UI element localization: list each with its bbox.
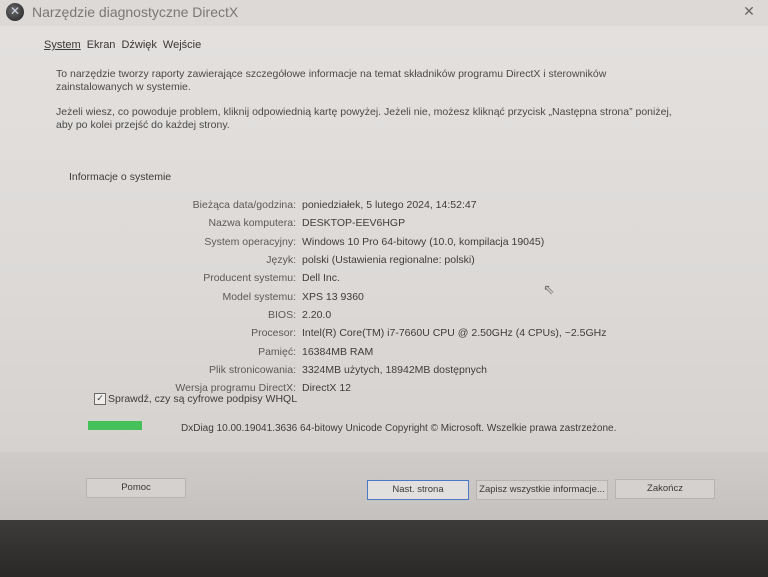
tab-system[interactable]: System — [44, 39, 81, 51]
info-value: polski (Ustawienia regionalne: polski) — [302, 254, 475, 267]
info-row-manufacturer: Producent systemu: Dell Inc. — [100, 269, 660, 287]
exit-button[interactable]: Zakończ — [615, 479, 715, 499]
dxdiag-window: Narzędzie diagnostyczne DirectX ✕ System… — [0, 0, 768, 520]
info-row-bios: BIOS: 2.20.0 — [100, 306, 660, 324]
close-button[interactable]: ✕ — [734, 0, 764, 24]
info-label: BIOS: — [267, 308, 296, 321]
tab-input[interactable]: Wejście — [163, 39, 201, 51]
info-label: Model systemu: — [222, 290, 296, 303]
info-row-processor: Procesor: Intel(R) Core(TM) i7-7660U CPU… — [100, 324, 660, 342]
laptop-keyboard — [0, 520, 768, 577]
info-row-os: System operacyjny: Windows 10 Pro 64-bit… — [100, 233, 660, 251]
info-label: Producent systemu: — [203, 272, 296, 285]
copyright-status-text: DxDiag 10.00.19041.3636 64-bitowy Unicod… — [181, 423, 617, 434]
system-info-heading: Informacje o systemie — [69, 171, 172, 183]
whql-checkbox[interactable]: ✓ — [94, 393, 106, 405]
info-value: Intel(R) Core(TM) i7-7660U CPU @ 2.50GHz… — [302, 327, 607, 340]
info-label: Nazwa komputera: — [208, 217, 296, 230]
info-row-datetime: Bieżąca data/godzina: poniedziałek, 5 lu… — [100, 196, 660, 214]
info-value: Dell Inc. — [302, 272, 340, 285]
whql-check-option[interactable]: ✓ Sprawdź, czy są cyfrowe podpisy WHQL — [94, 393, 297, 405]
info-value: 2.20.0 — [302, 308, 332, 321]
info-label: System operacyjny: — [204, 235, 296, 248]
progress-fill — [88, 421, 142, 430]
tab-bar: System Ekran Dźwięk Wejście — [44, 39, 201, 51]
window-title: Narzędzie diagnostyczne DirectX — [32, 4, 239, 20]
title-bar: Narzędzie diagnostyczne DirectX ✕ — [0, 0, 768, 26]
info-row-page-file: Plik stronicowania: 3324MB użytych, 1894… — [100, 361, 660, 379]
info-row-language: Język: polski (Ustawienia regionalne: po… — [100, 251, 660, 269]
intro-text: To narzędzie tworzy raporty zawierające … — [56, 68, 686, 144]
info-row-computer-name: Nazwa komputera: DESKTOP-EEV6HGP — [100, 214, 660, 232]
tab-sound[interactable]: Dźwięk — [121, 39, 156, 51]
info-label: Plik stronicowania: — [209, 363, 296, 376]
info-value: 3324MB użytych, 18942MB dostępnych — [302, 363, 488, 376]
button-bar: Pomoc Nast. strona Zapisz wszystkie info… — [0, 452, 768, 520]
info-label: Pamięć: — [258, 345, 296, 358]
help-button[interactable]: Pomoc — [86, 478, 186, 498]
info-value: 16384MB RAM — [302, 345, 374, 358]
info-value: DESKTOP-EEV6HGP — [302, 217, 406, 230]
whql-checkbox-label: Sprawdź, czy są cyfrowe podpisy WHQL — [108, 393, 298, 405]
info-value: DirectX 12 — [302, 382, 352, 395]
system-info-table: Bieżąca data/godzina: poniedziałek, 5 lu… — [100, 196, 660, 397]
info-value: Windows 10 Pro 64-bitowy (10.0, kompilac… — [302, 235, 545, 248]
info-label: Język: — [266, 254, 296, 267]
info-label: Bieżąca data/godzina: — [192, 199, 296, 212]
info-value: poniedziałek, 5 lutego 2024, 14:52:47 — [302, 199, 477, 212]
tab-display[interactable]: Ekran — [87, 39, 116, 51]
intro-paragraph-1: To narzędzie tworzy raporty zawierające … — [56, 68, 607, 93]
progress-bar — [88, 421, 142, 430]
save-all-info-button[interactable]: Zapisz wszystkie informacje... — [476, 480, 608, 500]
info-row-model: Model systemu: XPS 13 9360 — [100, 287, 660, 305]
next-page-button[interactable]: Nast. strona — [367, 480, 469, 500]
info-value: XPS 13 9360 — [302, 290, 364, 303]
mouse-pointer-icon: ⇖ — [543, 282, 555, 298]
intro-paragraph-2: Jeżeli wiesz, co powoduje problem, klikn… — [56, 106, 672, 131]
info-label: Procesor: — [251, 327, 296, 340]
info-row-memory: Pamięć: 16384MB RAM — [100, 342, 660, 360]
directx-app-icon — [6, 3, 24, 21]
